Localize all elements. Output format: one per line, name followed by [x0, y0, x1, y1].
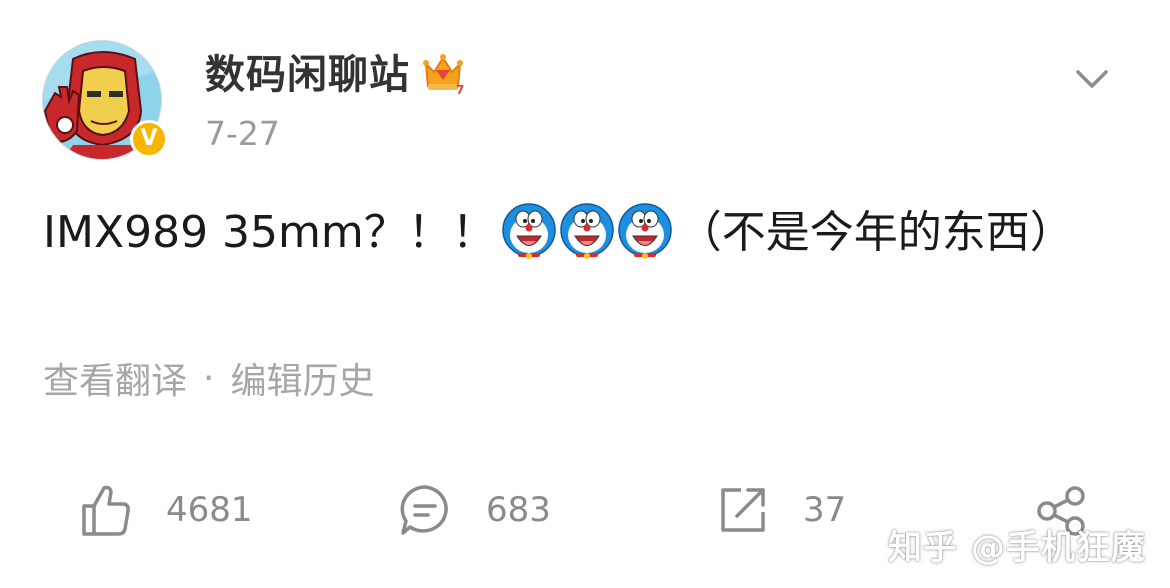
- comment-button[interactable]: 683: [398, 480, 551, 540]
- thumbs-up-icon: [82, 485, 130, 536]
- verified-badge-icon: V: [130, 120, 168, 158]
- post-text-part-1: IMX989 35mm？！！: [43, 207, 496, 258]
- translate-link[interactable]: 查看翻译: [43, 352, 187, 404]
- post-actions: 查看翻译 · 编辑历史: [43, 352, 374, 404]
- separator-dot: ·: [203, 357, 215, 399]
- doraemon-emoji-icon: [560, 203, 614, 259]
- weibo-post: V 数码闲聊站 7 7-27 IMX989 35mm？！！ （不是今年的东西） …: [0, 0, 1170, 588]
- watermark: 知乎 @手机狂魔: [888, 528, 1146, 568]
- post-text-part-2: （不是今年的东西）: [677, 207, 1074, 258]
- vip-level: 7: [456, 83, 464, 96]
- comment-count: 683: [486, 490, 551, 530]
- post-time: 7-27: [205, 114, 280, 153]
- repost-icon: [721, 488, 765, 532]
- chevron-down-icon[interactable]: [1075, 67, 1109, 91]
- repost-count: 37: [803, 490, 847, 530]
- edit-history-link[interactable]: 编辑历史: [230, 352, 374, 404]
- author-row: 数码闲聊站 7: [205, 42, 466, 100]
- doraemon-emoji-icon: [502, 203, 556, 259]
- vip-crown-icon[interactable]: 7: [420, 50, 466, 96]
- post-content: IMX989 35mm？！！ （不是今年的东西）: [43, 200, 1133, 267]
- author-name[interactable]: 数码闲聊站: [205, 42, 410, 100]
- comment-icon: [400, 485, 448, 535]
- emoji-group: [502, 203, 672, 259]
- author-avatar-wrap[interactable]: V: [42, 40, 168, 160]
- like-button[interactable]: 4681: [80, 480, 253, 540]
- like-count: 4681: [166, 490, 253, 530]
- repost-button[interactable]: 37: [717, 480, 846, 540]
- doraemon-emoji-icon: [618, 203, 672, 259]
